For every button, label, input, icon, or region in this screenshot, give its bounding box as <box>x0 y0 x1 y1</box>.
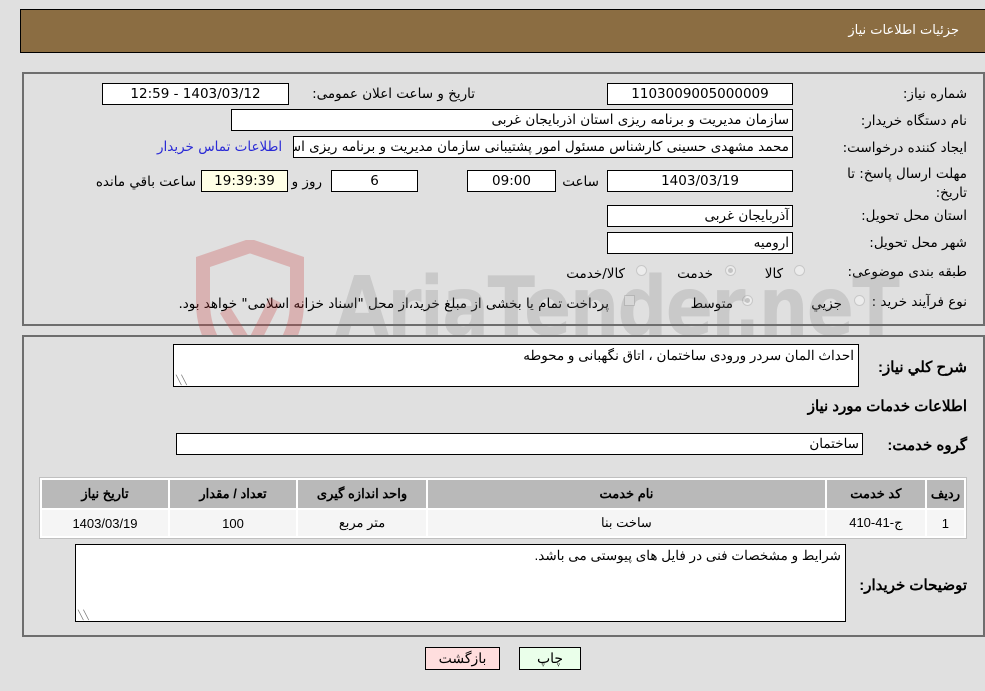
description-text: احداث المان سردر ورودی ساختمان ، اتاق نگ… <box>523 348 854 363</box>
purchase-type-label: نوع فرآیند خرید : <box>871 294 967 310</box>
description-label: شرح كلي نياز: <box>878 359 967 376</box>
page-title: جزئیات اطلاعات نیاز <box>848 23 959 38</box>
resize-grip-icon[interactable]: ╲╲ <box>78 611 89 620</box>
category-radio-goods[interactable] <box>794 265 805 276</box>
purchase-option-medium: متوسط <box>690 296 733 312</box>
category-radio-goods-service[interactable] <box>636 265 647 276</box>
requester-field: محمد مشهدی حسینی کارشناس مسئول امور پشتی… <box>293 136 793 158</box>
requester-label: ایجاد کننده درخواست: <box>842 140 967 156</box>
table-row: 1 ج-41-410 ساخت بنا متر مربع 100 1403/03… <box>42 510 964 536</box>
deadline-label: مهلت ارسال پاسخ: تا تاریخ: <box>847 166 967 201</box>
purchase-option-minor: جزيي <box>811 296 842 312</box>
delivery-province-label: استان محل تحویل: <box>861 208 967 224</box>
delivery-city-label: شهر محل تحویل: <box>869 235 967 251</box>
remaining-days-label: روز و <box>291 174 322 190</box>
resize-grip-icon[interactable]: ╲╲ <box>176 376 187 385</box>
treasury-checkbox[interactable] <box>624 295 635 306</box>
delivery-province-field: آذربایجان غربی <box>607 205 793 227</box>
buyer-notes-label: توضیحات خریدار: <box>859 577 967 594</box>
purchase-radio-medium[interactable] <box>742 295 753 306</box>
deadline-date-field: 1403/03/19 <box>607 170 793 192</box>
services-heading: اطلاعات خدمات مورد نیاز <box>807 398 967 415</box>
cell-service-code: ج-41-410 <box>826 510 925 536</box>
purchase-radio-minor[interactable] <box>854 295 865 306</box>
cell-service-name: ساخت بنا <box>428 510 825 536</box>
category-radio-service[interactable] <box>725 265 736 276</box>
announce-datetime-field: 1403/03/12 - 12:59 <box>102 83 289 105</box>
cell-row-number: 1 <box>926 510 964 536</box>
need-number-label: شماره نیاز: <box>902 86 967 102</box>
description-textarea[interactable]: احداث المان سردر ورودی ساختمان ، اتاق نگ… <box>173 344 859 387</box>
deadline-time-label: ساعت <box>562 174 599 190</box>
buyer-contact-link[interactable]: اطلاعات تماس خریدار <box>157 139 282 155</box>
service-group-field: ساختمان <box>176 433 863 455</box>
remaining-days-field: 6 <box>331 170 418 192</box>
col-need-date: تاریخ نیاز <box>42 480 168 508</box>
category-option-goods: کالا <box>764 266 783 282</box>
announce-datetime-label: تاریخ و ساعت اعلان عمومی: <box>312 86 475 102</box>
deadline-time-field: 09:00 <box>467 170 556 192</box>
table-header-row: ردیف کد خدمت نام خدمت واحد اندازه گیری ت… <box>42 480 964 508</box>
buyer-org-field: سازمان مدیریت و برنامه ریزی استان اذربای… <box>231 109 793 131</box>
cell-quantity: 100 <box>170 510 296 536</box>
category-label: طبقه بندی موضوعی: <box>847 264 967 280</box>
col-quantity: تعداد / مقدار <box>170 480 296 508</box>
service-group-label: گروه خدمت: <box>887 437 967 454</box>
services-table: ردیف کد خدمت نام خدمت واحد اندازه گیری ت… <box>39 477 967 539</box>
print-button[interactable]: چاپ <box>519 647 581 670</box>
delivery-city-field: ارومیه <box>607 232 793 254</box>
category-option-goods-service: کالا/خدمت <box>566 266 625 282</box>
remaining-time-field: 19:39:39 <box>201 170 288 192</box>
remaining-time-label: ساعت باقي مانده <box>95 174 196 190</box>
col-unit: واحد اندازه گیری <box>298 480 426 508</box>
cell-unit: متر مربع <box>298 510 426 536</box>
buyer-notes-textarea[interactable]: شرایط و مشخصات فنی در فایل های پیوستی می… <box>75 544 846 622</box>
cell-need-date: 1403/03/19 <box>42 510 168 536</box>
col-service-code: کد خدمت <box>826 480 925 508</box>
col-service-name: نام خدمت <box>428 480 825 508</box>
category-option-service: خدمت <box>677 266 713 282</box>
buyer-org-label: نام دستگاه خریدار: <box>860 113 967 129</box>
page-header: جزئیات اطلاعات نیاز <box>20 9 985 53</box>
treasury-note: پرداخت تمام یا بخشی از مبلغ خرید،از محل … <box>178 296 609 312</box>
col-row-number: ردیف <box>926 480 964 508</box>
back-button[interactable]: بازگشت <box>425 647 500 670</box>
buyer-notes-text: شرایط و مشخصات فنی در فایل های پیوستی می… <box>534 548 841 563</box>
need-number-field: 1103009005000009 <box>607 83 793 105</box>
